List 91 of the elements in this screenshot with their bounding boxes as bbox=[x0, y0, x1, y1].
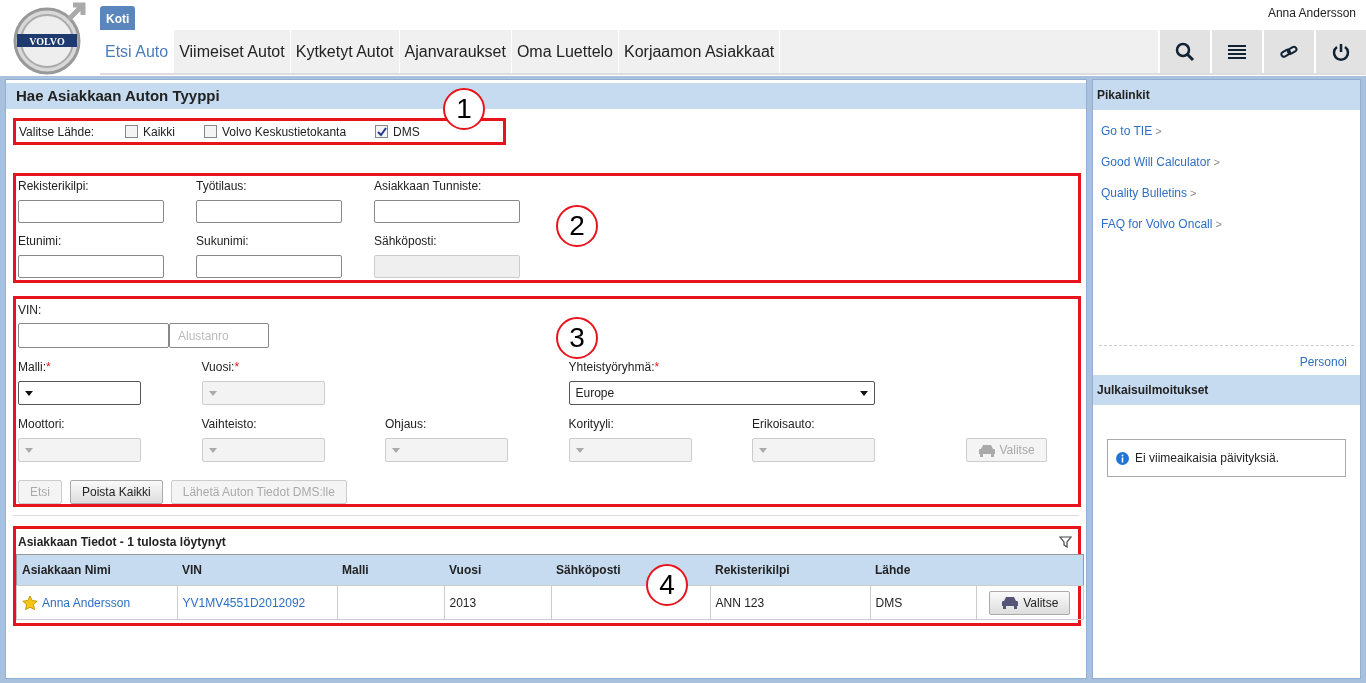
field-label: Erikoisauto: bbox=[752, 417, 816, 431]
message-text: Ei viimeaikaisia päivityksiä. bbox=[1135, 451, 1280, 465]
table-cell: ANN 123 bbox=[710, 585, 870, 620]
field-label: Malli:* bbox=[18, 360, 52, 374]
personalize-link[interactable]: Personoi bbox=[1299, 355, 1347, 369]
checkbox[interactable] bbox=[375, 125, 389, 138]
checkbox-label: Kaikki bbox=[143, 124, 175, 139]
toolbar-button[interactable] bbox=[1314, 30, 1366, 73]
toolbar-button[interactable] bbox=[1158, 30, 1210, 73]
field-label: Työtilaus: bbox=[196, 179, 248, 193]
table-cell: DMS bbox=[870, 585, 976, 620]
logo-ring-icon bbox=[13, 2, 86, 75]
select-button[interactable]: Valitse bbox=[989, 590, 1071, 615]
quick-link[interactable]: Quality Bulletins bbox=[1101, 186, 1188, 200]
quick-link[interactable]: FAQ for Volvo Oncall bbox=[1101, 217, 1213, 231]
panel-title: Julkaisuilmoitukset bbox=[1093, 375, 1360, 405]
panel-title: Pikalinkit bbox=[1093, 80, 1360, 110]
field-label: Korityyli: bbox=[568, 417, 615, 431]
column-header: Lähde bbox=[870, 554, 976, 586]
checkbox[interactable] bbox=[204, 125, 217, 138]
customer-link[interactable]: Anna Andersson bbox=[42, 595, 131, 610]
caret-icon bbox=[859, 390, 868, 396]
checkbox-label: DMS bbox=[393, 124, 420, 139]
caret-icon bbox=[25, 390, 33, 396]
car-icon bbox=[977, 443, 996, 457]
user-name: Anna Andersson bbox=[1267, 6, 1356, 20]
caret-icon bbox=[575, 447, 584, 453]
info-icon bbox=[1116, 451, 1129, 465]
toolbar-button[interactable] bbox=[1210, 30, 1262, 73]
vin-link[interactable]: YV1MV4551D2012092 bbox=[182, 595, 306, 610]
field-label: Moottori: bbox=[18, 417, 66, 431]
input-field[interactable] bbox=[374, 200, 520, 223]
input-field[interactable] bbox=[18, 323, 169, 348]
column-header: Malli bbox=[337, 554, 444, 586]
caret-icon bbox=[208, 390, 217, 396]
chevron-icon: > bbox=[1190, 187, 1197, 199]
results-title: Asiakkaan Tiedot - 1 tulosta löytynyt bbox=[18, 535, 226, 549]
callout-number: 2 bbox=[556, 205, 598, 247]
field-label: Vuosi:* bbox=[201, 360, 241, 374]
callout-number: 3 bbox=[556, 317, 598, 359]
caret-icon bbox=[25, 447, 33, 453]
caret-icon bbox=[392, 447, 400, 453]
chevron-icon: > bbox=[1213, 156, 1220, 168]
field-label: Ohjaus: bbox=[385, 417, 428, 431]
field-label: Yhteistyöryhmä:* bbox=[568, 360, 661, 374]
action-button[interactable]: Poista Kaikki bbox=[70, 480, 163, 504]
power-icon bbox=[1332, 42, 1350, 61]
nav-tab[interactable]: Oma Luettelo bbox=[511, 30, 619, 73]
nav-tab[interactable]: Kytketyt Autot bbox=[290, 30, 400, 73]
column-header: Asiakkaan Nimi bbox=[16, 554, 177, 586]
checkbox[interactable] bbox=[125, 125, 138, 138]
list-icon bbox=[1228, 44, 1246, 59]
checkbox-label: Volvo Keskustietokanta bbox=[222, 124, 347, 139]
field-label: Valitse Lähde: bbox=[19, 124, 96, 139]
filter-icon[interactable] bbox=[1059, 536, 1072, 548]
field-label: Sähköposti: bbox=[374, 234, 438, 248]
nav-tab[interactable]: Viimeiset Autot bbox=[174, 30, 291, 73]
field-label: Etunimi: bbox=[18, 234, 63, 248]
quick-link[interactable]: Good Will Calculator bbox=[1101, 155, 1211, 169]
caret-icon bbox=[759, 447, 767, 453]
search-icon bbox=[1175, 41, 1195, 62]
input-field[interactable] bbox=[18, 200, 164, 223]
toolbar-button[interactable] bbox=[1262, 30, 1314, 73]
logo-text: VOLVO bbox=[29, 35, 65, 47]
star-icon[interactable] bbox=[22, 594, 38, 611]
field-label: Vaihteisto: bbox=[201, 417, 258, 431]
field-label: VIN: bbox=[18, 303, 42, 317]
input-field[interactable]: Alustanro bbox=[169, 323, 269, 348]
chevron-icon: > bbox=[1215, 218, 1222, 230]
dropdown[interactable] bbox=[18, 381, 141, 405]
callout-number: 4 bbox=[646, 564, 688, 606]
column-header: Rekisterikilpi bbox=[710, 554, 870, 586]
nav-tab[interactable]: Ajanvaraukset bbox=[399, 30, 512, 73]
car-icon bbox=[1001, 596, 1020, 609]
table-cell: 2013 bbox=[444, 585, 551, 620]
column-header: VIN bbox=[177, 554, 337, 586]
chevron-icon: > bbox=[1155, 125, 1162, 137]
caret-icon bbox=[208, 447, 217, 453]
nav-tab[interactable]: Etsi Auto bbox=[100, 30, 175, 73]
field-label: Sukunimi: bbox=[196, 234, 250, 248]
input-field[interactable] bbox=[196, 255, 342, 278]
quick-link[interactable]: Go to TIE bbox=[1101, 124, 1153, 138]
field-label: Asiakkaan Tunniste: bbox=[374, 179, 483, 193]
dropdown[interactable]: Europe bbox=[568, 381, 875, 405]
input-field[interactable] bbox=[18, 255, 164, 278]
nav-tab[interactable]: Korjaamon Asiakkaat bbox=[619, 30, 781, 73]
column-header: Vuosi bbox=[444, 554, 551, 586]
input-field[interactable] bbox=[196, 200, 342, 223]
home-tab[interactable]: Koti bbox=[100, 6, 136, 30]
link-icon bbox=[1280, 44, 1298, 59]
field-label: Rekisterikilpi: bbox=[18, 179, 90, 193]
